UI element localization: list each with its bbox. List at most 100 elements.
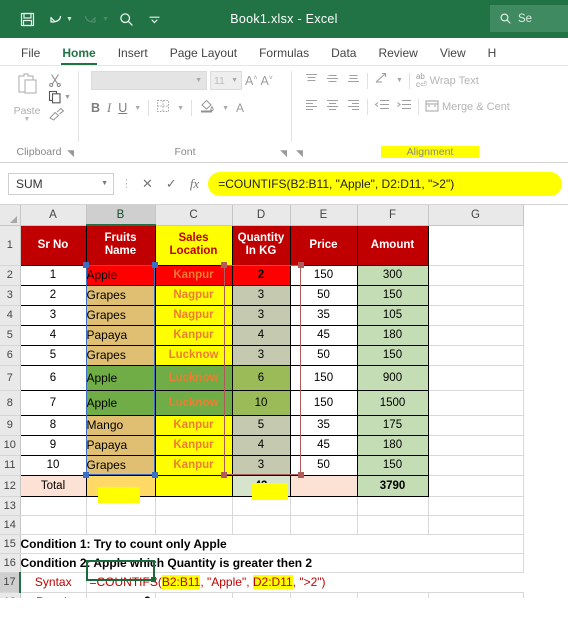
row-header-17[interactable]: 17: [0, 572, 21, 593]
cell-D3[interactable]: 3: [231, 284, 291, 306]
cell-G4[interactable]: [428, 305, 524, 326]
cell-A1[interactable]: Sr No: [19, 224, 87, 266]
cell-E1[interactable]: Price: [289, 224, 358, 266]
cell-G3[interactable]: [428, 285, 524, 306]
cell-B11[interactable]: Grapes: [85, 454, 156, 476]
cell-E10[interactable]: 45: [289, 434, 358, 456]
tab-formulas[interactable]: Formulas: [248, 46, 320, 65]
cell-B1[interactable]: Fruits Name: [85, 224, 156, 266]
cell-F1[interactable]: Amount: [356, 224, 429, 266]
search-icon[interactable]: [114, 6, 140, 32]
cell-C14[interactable]: [155, 515, 233, 535]
column-header-g[interactable]: G: [428, 205, 524, 226]
row-header-14[interactable]: 14: [0, 515, 21, 535]
cell-G11[interactable]: [428, 455, 524, 476]
cell-A14[interactable]: [20, 515, 87, 535]
column-header-e[interactable]: E: [290, 205, 358, 226]
cell-G14[interactable]: [428, 515, 524, 535]
column-header-f[interactable]: F: [357, 205, 429, 226]
search-box[interactable]: Se: [490, 5, 568, 32]
cell-E11[interactable]: 50: [289, 454, 358, 476]
cell-A13[interactable]: [20, 496, 87, 516]
cell-G13[interactable]: [428, 496, 524, 516]
tab-help[interactable]: H: [477, 46, 508, 65]
cell-A17[interactable]: Syntax: [20, 572, 87, 593]
cell-A7[interactable]: 6: [19, 364, 87, 391]
increase-indent-icon[interactable]: [396, 98, 412, 116]
cell-E5[interactable]: 45: [289, 324, 358, 346]
cell-A15[interactable]: Condition 1: Try to count only Apple: [20, 534, 524, 554]
italic-button[interactable]: I: [107, 101, 111, 116]
cell-B10[interactable]: Papaya: [85, 434, 156, 456]
align-right-icon[interactable]: [346, 98, 361, 116]
cell-F6[interactable]: 150: [356, 344, 429, 366]
cell-D14[interactable]: [232, 515, 291, 535]
column-header-c[interactable]: C: [155, 205, 233, 226]
insert-function-icon[interactable]: fx: [190, 176, 199, 192]
cell-F8[interactable]: 1500: [356, 389, 429, 416]
cell-G12[interactable]: [428, 475, 524, 497]
cell-G5[interactable]: [428, 325, 524, 346]
cell-D1[interactable]: Quantity In KG: [231, 224, 291, 266]
merge-center-button[interactable]: Merge & Cent: [425, 100, 510, 115]
cell-F7[interactable]: 900: [356, 364, 429, 391]
cell-A5[interactable]: 4: [19, 324, 87, 346]
row-header-13[interactable]: 13: [0, 496, 21, 516]
column-header-b[interactable]: B: [86, 205, 156, 226]
cell-G2[interactable]: [428, 265, 524, 286]
cell-A10[interactable]: 9: [19, 434, 87, 456]
align-left-icon[interactable]: [304, 98, 319, 116]
row-header-2[interactable]: 2: [0, 265, 21, 286]
cell-A2[interactable]: 1: [19, 264, 87, 286]
tab-review[interactable]: Review: [367, 46, 428, 65]
cell-F4[interactable]: 105: [356, 304, 429, 326]
redo-chevron-down-icon[interactable]: ▼: [102, 16, 109, 23]
cell-G6[interactable]: [428, 345, 524, 366]
cell-D5[interactable]: 4: [231, 324, 291, 346]
tab-view[interactable]: View: [429, 46, 477, 65]
cell-F5[interactable]: 180: [356, 324, 429, 346]
bold-button[interactable]: B: [91, 101, 100, 115]
cell-B6[interactable]: Grapes: [85, 344, 156, 366]
cell-B3[interactable]: Grapes: [85, 284, 156, 306]
cell-D6[interactable]: 3: [231, 344, 291, 366]
paste-chevron-down-icon[interactable]: ▼: [24, 116, 31, 123]
cell-A18[interactable]: Result: [20, 592, 87, 598]
row-header-1[interactable]: 1: [0, 225, 21, 266]
cell-C4[interactable]: Nagpur: [154, 304, 233, 326]
cell-C3[interactable]: Nagpur: [154, 284, 233, 306]
cell-A4[interactable]: 3: [19, 304, 87, 326]
cell-G7[interactable]: [428, 365, 524, 391]
cell-F2[interactable]: 300: [356, 264, 429, 286]
cell-F11[interactable]: 150: [356, 454, 429, 476]
cell-F9[interactable]: 175: [356, 414, 429, 436]
cell-C10[interactable]: Kanpur: [154, 434, 233, 456]
cell-G9[interactable]: [428, 415, 524, 436]
increase-font-size-icon[interactable]: A˄: [245, 74, 257, 88]
orientation-chevron-down-icon[interactable]: ▼: [396, 77, 403, 84]
formula-input[interactable]: =COUNTIFS(B2:B11, "Apple", D2:D11, ">2"): [208, 171, 562, 196]
cut-icon[interactable]: [48, 73, 71, 87]
cell-D10[interactable]: 4: [231, 434, 291, 456]
row-header-12[interactable]: 12: [0, 475, 21, 497]
cancel-formula-icon[interactable]: ✕: [142, 176, 153, 192]
cell-B17[interactable]: =COUNTIFS(B2:B11, "Apple", D2:D11, ">2"): [86, 572, 523, 593]
tab-data[interactable]: Data: [320, 46, 367, 65]
row-header-10[interactable]: 10: [0, 435, 21, 456]
fill-color-chevron-down-icon[interactable]: ▼: [222, 105, 229, 112]
cell-E7[interactable]: 150: [289, 364, 358, 391]
cell-B14[interactable]: [86, 515, 156, 535]
cell-A3[interactable]: 2: [19, 284, 87, 306]
wrap-text-button[interactable]: ab c⏎ Wrap Text: [416, 72, 479, 89]
cell-B18[interactable]: 2: [86, 592, 156, 598]
align-bottom-icon[interactable]: [346, 72, 361, 90]
row-header-11[interactable]: 11: [0, 455, 21, 476]
column-header-a[interactable]: A: [20, 205, 87, 226]
format-painter-icon[interactable]: [48, 107, 71, 122]
row-header-6[interactable]: 6: [0, 345, 21, 366]
orientation-icon[interactable]: [374, 71, 390, 90]
clipboard-dialog-launcher-icon[interactable]: ◥: [67, 148, 74, 159]
cell-A16[interactable]: Condition 2: Apple which Quantity is gre…: [20, 553, 524, 573]
row-header-5[interactable]: 5: [0, 325, 21, 346]
fill-color-icon[interactable]: [199, 98, 215, 118]
